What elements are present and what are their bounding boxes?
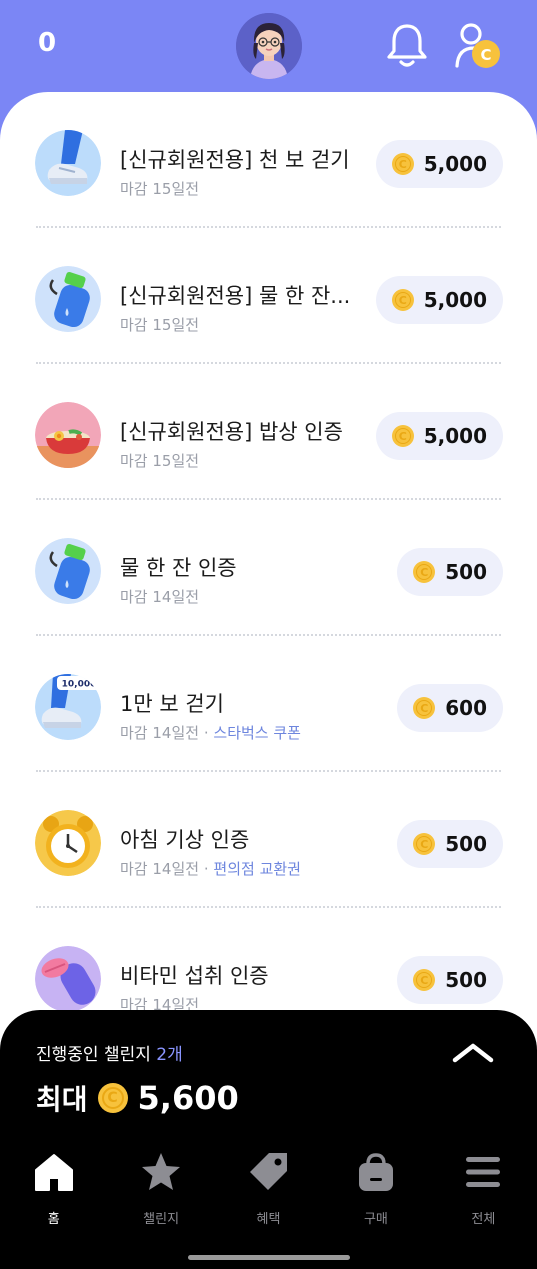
item-deadline: 마감 15일전 — [120, 452, 200, 470]
svg-text:10,000: 10,000 — [62, 680, 97, 690]
star-icon — [142, 1153, 181, 1190]
item-title: 아침 기상 인증 — [120, 828, 250, 852]
reward-badge: C 500 — [397, 820, 503, 868]
reward-amount: 500 — [445, 560, 487, 584]
list-item[interactable]: [신규회원전용] 물 한 잔... 마감 15일전 C 5,000 — [0, 228, 537, 364]
svg-text:C: C — [480, 46, 491, 64]
list-item[interactable]: [신규회원전용] 천 보 걷기 마감 15일전 C 5,000 — [0, 92, 537, 228]
menu-icon — [466, 1157, 501, 1187]
nav-label: 홈 — [47, 1212, 60, 1227]
nav-challenge[interactable]: 챌린지 — [107, 1150, 214, 1240]
reward-amount: 5,000 — [423, 152, 487, 176]
alarm-clock-icon — [35, 810, 101, 876]
reward-amount: 500 — [445, 968, 487, 992]
reward-badge: C 500 — [397, 956, 503, 1004]
item-title: [신규회원전용] 밥상 인증 — [120, 420, 343, 444]
reward-amount: 600 — [445, 696, 487, 720]
vitamin-pill-icon — [35, 946, 101, 1012]
reward-amount: 5,000 — [423, 288, 487, 312]
max-label: 최대 — [36, 1083, 88, 1116]
reward-badge: C 5,000 — [375, 140, 503, 188]
item-deadline: 마감 15일전 — [120, 316, 200, 334]
item-title: [신규회원전용] 천 보 걷기 — [120, 148, 350, 172]
reward-badge: C 600 — [397, 684, 503, 732]
item-deadline: 마감 14일전 · 편의점 교환권 — [120, 860, 301, 878]
walking-10000-icon: 10,000 — [35, 674, 101, 740]
coin-icon: C — [413, 969, 436, 991]
reward-link: 편의점 교환권 — [213, 860, 301, 878]
point-count[interactable]: 0 — [38, 28, 56, 58]
nav-home[interactable]: 홈 — [0, 1150, 107, 1240]
nav-all[interactable]: 전체 — [430, 1150, 537, 1240]
bell-icon[interactable] — [386, 22, 428, 70]
ongoing-count: 2개 — [156, 1045, 183, 1065]
coin-icon: C — [97, 1083, 128, 1113]
reward-badge: C 5,000 — [375, 412, 503, 460]
avatar[interactable] — [236, 13, 302, 79]
max-amount: 5,600 — [137, 1079, 239, 1117]
water-bottle-icon — [35, 538, 101, 604]
food-bowl-icon — [35, 402, 101, 468]
tag-icon — [249, 1153, 287, 1190]
reward-amount: 5,000 — [423, 424, 487, 448]
item-deadline: 마감 15일전 — [120, 180, 200, 198]
max-reward: 최대 C 5,600 — [36, 1078, 239, 1118]
coin-icon: C — [413, 561, 436, 583]
item-title: 물 한 잔 인증 — [120, 556, 237, 580]
coin-icon: C — [391, 289, 414, 311]
reward-amount: 500 — [445, 832, 487, 856]
list-item[interactable]: 물 한 잔 인증 마감 14일전 C 500 — [0, 500, 537, 636]
nav-purchase[interactable]: 구매 — [322, 1150, 429, 1240]
home-indicator — [188, 1255, 350, 1260]
item-title: 1만 보 걷기 — [120, 692, 224, 716]
bottom-nav: 홈 챌린지 혜택 구매 전체 — [0, 1150, 537, 1240]
nav-label: 구매 — [363, 1212, 388, 1227]
list-item[interactable]: 아침 기상 인증 마감 14일전 · 편의점 교환권 C 500 — [0, 772, 537, 908]
coin-icon: C — [391, 425, 414, 447]
reward-badge: C 5,000 — [375, 276, 503, 324]
reward-link: 스타벅스 쿠폰 — [213, 724, 301, 742]
coin-icon: C — [391, 153, 414, 175]
nav-label: 전체 — [471, 1212, 496, 1227]
bottom-sheet: 진행중인 챌린지 2개 최대 C 5,600 홈 챌린지 혜택 구매 전체 — [0, 1010, 537, 1269]
list-item[interactable]: 10,000 1만 보 걷기 마감 14일전 · 스타벅스 쿠폰 C 600 — [0, 636, 537, 772]
water-bottle-icon — [35, 266, 101, 332]
list-item[interactable]: [신규회원전용] 밥상 인증 마감 15일전 C 5,000 — [0, 364, 537, 500]
item-deadline: 마감 14일전 — [120, 588, 200, 606]
shopping-bag-icon — [358, 1153, 393, 1191]
coin-icon: C — [413, 833, 436, 855]
item-deadline: 마감 14일전 · 스타벅스 쿠폰 — [120, 724, 301, 742]
profile-coin-icon[interactable]: C — [454, 22, 504, 72]
item-title: 비타민 섭취 인증 — [120, 964, 269, 988]
nav-benefit[interactable]: 혜택 — [215, 1150, 322, 1240]
walking-shoe-icon — [35, 130, 101, 196]
reward-badge: C 500 — [397, 548, 503, 596]
chevron-up-icon[interactable] — [452, 1040, 494, 1064]
nav-label: 챌린지 — [143, 1212, 180, 1227]
item-title: [신규회원전용] 물 한 잔... — [120, 284, 351, 308]
home-icon — [34, 1154, 73, 1191]
nav-label: 혜택 — [256, 1212, 281, 1227]
coin-icon: C — [413, 697, 436, 719]
ongoing-challenges-label: 진행중인 챌린지 2개 — [36, 1045, 183, 1065]
